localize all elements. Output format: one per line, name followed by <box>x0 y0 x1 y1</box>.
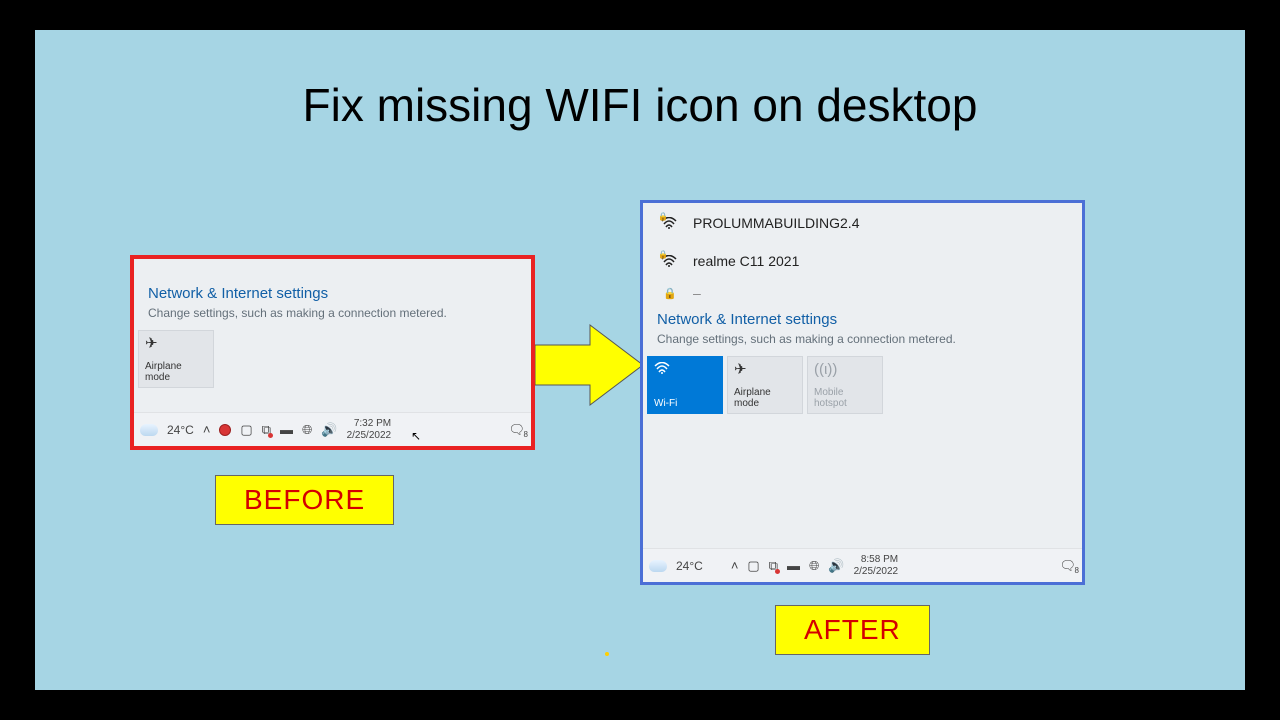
network-globe-icon[interactable]: 🌐︎ <box>809 559 819 572</box>
network-settings-subtitle: Change settings, such as making a connec… <box>657 332 1068 346</box>
record-icon[interactable] <box>219 424 231 436</box>
tray-overflow-chevron-icon[interactable]: ˄ <box>203 423 211 436</box>
wifi-tile[interactable]: Wi-Fi <box>647 356 723 414</box>
onedrive-icon[interactable]: ⧉ <box>262 423 271 436</box>
airplane-icon: ✈ <box>734 362 796 377</box>
network-settings-subtitle: Change settings, such as making a connec… <box>148 306 517 320</box>
arrow-icon <box>535 320 645 410</box>
clock-time: 7:32 PM <box>347 418 392 430</box>
wifi-network-item[interactable]: 🔒 realme C11 2021 <box>643 241 1082 279</box>
tray-overflow-chevron-icon[interactable]: ˄ <box>731 559 739 572</box>
hotspot-label: Mobilehotspot <box>814 387 876 409</box>
before-label: BEFORE <box>215 475 394 525</box>
stray-dot <box>605 652 609 656</box>
slide-title: Fix missing WIFI icon on desktop <box>35 78 1245 132</box>
clock-date: 2/25/2022 <box>854 566 899 578</box>
volume-icon[interactable]: 🔊 <box>828 559 844 572</box>
battery-icon[interactable]: ▬ <box>787 559 800 572</box>
onedrive-icon[interactable]: ⧉ <box>769 559 778 572</box>
wifi-network-name: realme C11 2021 <box>693 253 799 269</box>
clock-date: 2/25/2022 <box>347 430 392 442</box>
action-center-icon[interactable]: 🗨8 <box>508 423 525 436</box>
airplane-label: Airplane mode <box>145 361 207 383</box>
cursor-icon: ↖ <box>411 429 421 443</box>
airplane-mode-tile[interactable]: ✈ Airplane mode <box>138 330 214 388</box>
wifi-tile-label: Wi-Fi <box>654 398 716 409</box>
weather-icon[interactable] <box>649 560 667 572</box>
volume-icon[interactable]: 🔊 <box>321 423 337 436</box>
hotspot-tile[interactable]: ((ι)) Mobilehotspot <box>807 356 883 414</box>
network-globe-icon[interactable]: 🌐︎ <box>302 423 312 436</box>
before-panel: Network & Internet settings Change setti… <box>130 255 535 450</box>
after-panel: 🔒 PROLUMMABUILDING2.4 🔒 realme C11 2021 … <box>640 200 1085 585</box>
wifi-icon <box>654 362 716 374</box>
meet-now-icon[interactable]: ▢ <box>240 423 252 436</box>
taskbar-clock[interactable]: 8:58 PM 2/25/2022 <box>854 554 899 577</box>
after-label: AFTER <box>775 605 930 655</box>
meet-now-icon[interactable]: ▢ <box>747 559 759 572</box>
airplane-mode-tile[interactable]: ✈ Airplane mode <box>727 356 803 414</box>
weather-icon[interactable] <box>140 424 158 436</box>
wifi-network-name: PROLUMMABUILDING2.4 <box>693 215 859 231</box>
wifi-network-item[interactable]: 🔒 PROLUMMABUILDING2.4 <box>643 203 1082 241</box>
hotspot-icon: ((ι)) <box>814 362 876 377</box>
wifi-secured-icon: 🔒 <box>661 287 679 300</box>
taskbar-clock[interactable]: 7:32 PM 2/25/2022 <box>347 418 392 441</box>
airplane-label: Airplane mode <box>734 387 796 409</box>
clock-time: 8:58 PM <box>854 554 899 566</box>
wifi-network-item[interactable]: 🔒 – <box>643 279 1082 303</box>
network-settings-link[interactable]: Network & Internet settings <box>148 285 517 302</box>
wifi-secured-icon: 🔒 <box>661 217 679 229</box>
battery-icon[interactable]: ▬ <box>280 423 293 436</box>
network-settings-link[interactable]: Network & Internet settings <box>657 311 1068 328</box>
airplane-icon: ✈ <box>145 336 207 351</box>
slide-canvas: Fix missing WIFI icon on desktop Network… <box>35 30 1245 690</box>
weather-temp[interactable]: 24°C <box>167 423 194 437</box>
wifi-secured-icon: 🔒 <box>661 255 679 267</box>
weather-temp[interactable]: 24°C <box>676 559 703 573</box>
action-center-icon[interactable]: 🗨8 <box>1059 559 1076 572</box>
